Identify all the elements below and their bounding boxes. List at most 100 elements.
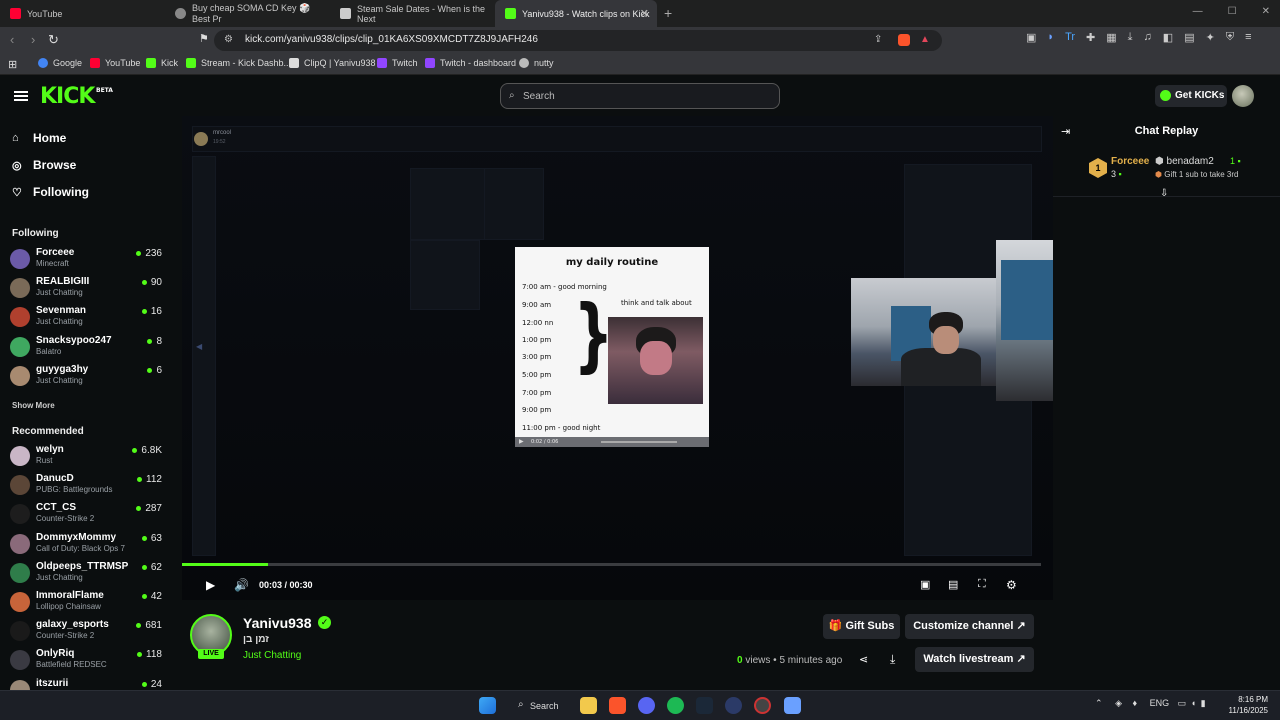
- channel-list-item[interactable]: guyyga3hy Just Chatting 6: [10, 364, 162, 392]
- bookmark-google[interactable]: Google: [38, 58, 82, 68]
- bookmark-kick[interactable]: Kick: [146, 58, 178, 68]
- download-icon[interactable]: ⤓: [890, 652, 895, 667]
- sidebar-item-browse[interactable]: ◎ Browse: [12, 158, 76, 172]
- bookmark-twitch-dashboard[interactable]: Twitch - dashboard: [425, 58, 516, 68]
- steam-icon[interactable]: [696, 697, 713, 714]
- bookmark-twitch[interactable]: Twitch: [377, 58, 418, 68]
- discord-icon[interactable]: [638, 697, 655, 714]
- speaker-icon[interactable]: ◖: [1191, 698, 1196, 708]
- captions-icon[interactable]: ▤: [948, 578, 958, 591]
- show-more-button[interactable]: Show More: [12, 401, 55, 410]
- clip-progress-bar[interactable]: [182, 563, 1041, 566]
- new-tab-button[interactable]: +: [664, 5, 672, 21]
- audio-icon[interactable]: ◗: [1047, 31, 1054, 44]
- taskbar-search[interactable]: ⌕ Search: [508, 696, 564, 716]
- share-icon[interactable]: ⋖: [859, 653, 868, 666]
- kick-logo[interactable]: KICK BETA: [40, 84, 113, 109]
- app2-icon[interactable]: [784, 697, 801, 714]
- channel-list-item[interactable]: Snacksypoo247 Balatro 8: [10, 335, 162, 363]
- translate-icon[interactable]: Tr: [1065, 31, 1075, 44]
- tab-youtube[interactable]: YouTube: [0, 0, 163, 27]
- bookmark-youtube[interactable]: YouTube: [90, 58, 140, 68]
- search-input[interactable]: ⌕ Search: [500, 83, 780, 109]
- file-explorer-icon[interactable]: [580, 697, 597, 714]
- sidebar-icon[interactable]: ◧: [1163, 31, 1173, 44]
- tab-steam-sale[interactable]: Steam Sale Dates - When is the Next: [330, 0, 493, 27]
- close-window-icon[interactable]: ✕: [1262, 6, 1270, 17]
- taskbar-clock[interactable]: 8:16 PM 11/16/2025: [1224, 694, 1268, 716]
- apps-grid-icon[interactable]: ⊞: [8, 58, 17, 71]
- category-link[interactable]: Just Chatting: [243, 650, 301, 661]
- customize-channel-button[interactable]: Customize channel ↗: [905, 614, 1034, 639]
- windows-start-icon[interactable]: [479, 697, 496, 714]
- channel-list-item[interactable]: Forceee Minecraft 236: [10, 247, 162, 275]
- tray-app-icon[interactable]: ◈: [1115, 698, 1122, 708]
- channel-name: CCT_CS: [36, 502, 77, 514]
- close-tab-icon[interactable]: ✕: [640, 7, 649, 20]
- scroll-down-icon[interactable]: ⇩: [1160, 188, 1168, 199]
- tray-chevron-icon[interactable]: ⌃: [1095, 698, 1103, 708]
- obs-icon[interactable]: [754, 697, 771, 714]
- gift-subs-button[interactable]: 🎁 Gift Subs: [823, 614, 900, 639]
- share-icon[interactable]: ⇪: [874, 34, 882, 45]
- screenshot-icon[interactable]: ▦: [1106, 31, 1116, 44]
- vpn-icon[interactable]: ⛨: [1226, 31, 1234, 44]
- channel-list-item[interactable]: Oldpeeps_TTRMSP Just Chatting 62: [10, 561, 162, 589]
- channel-list-item[interactable]: Sevenman Just Chatting 16: [10, 305, 162, 333]
- sidebar-item-home[interactable]: ⌂ Home: [12, 131, 66, 145]
- brave-shields-icon[interactable]: [898, 34, 910, 46]
- clip-player[interactable]: mrcool 19:52 ◀ my daily routine 7:00 am …: [182, 116, 1280, 600]
- channel-list-item[interactable]: itszurii 24: [10, 678, 162, 690]
- second-gifter[interactable]: ⬢ benadam2: [1155, 156, 1214, 167]
- bookmark-clipq[interactable]: ClipQ | Yanivu938: [289, 58, 376, 68]
- menu-icon[interactable]: ≡: [1245, 31, 1251, 44]
- channel-list-item[interactable]: welyn Rust 6.8K: [10, 444, 162, 472]
- reload-icon[interactable]: ↻: [48, 32, 59, 48]
- channel-list-item[interactable]: REALBIGIII Just Chatting 90: [10, 276, 162, 304]
- channel-list-item[interactable]: galaxy_esports Counter-Strike 2 681: [10, 619, 162, 647]
- download-icon[interactable]: ⤓: [1128, 31, 1133, 44]
- network-icon[interactable]: ▭: [1178, 698, 1187, 708]
- hamburger-menu-icon[interactable]: [14, 91, 28, 101]
- get-kicks-button[interactable]: Get KICKs: [1155, 85, 1227, 107]
- user-avatar[interactable]: [1232, 85, 1254, 107]
- bookmark-nutty[interactable]: nutty: [519, 58, 554, 68]
- back-icon[interactable]: ‹: [10, 32, 14, 47]
- channel-list-item[interactable]: CCT_CS Counter-Strike 2 287: [10, 502, 162, 530]
- spotify-icon[interactable]: [667, 697, 684, 714]
- site-info-icon[interactable]: ⚙: [224, 34, 233, 45]
- gift-prompt[interactable]: ⬢ Gift 1 sub to take 3rd: [1155, 170, 1238, 179]
- channel-list-item[interactable]: ImmoralFlame Lollipop Chainsaw 42: [10, 590, 162, 618]
- wallet-icon[interactable]: ▣: [1026, 31, 1036, 44]
- minimize-icon[interactable]: —: [1193, 6, 1203, 17]
- play-icon[interactable]: ▶: [206, 578, 215, 592]
- tab-kick-clip[interactable]: Yanivu938 - Watch clips on Kick ✕: [495, 0, 657, 27]
- theater-mode-icon[interactable]: ▣: [920, 578, 930, 591]
- sidebar-item-following[interactable]: ♡ Following: [12, 185, 89, 199]
- volume-icon[interactable]: 🔊: [234, 578, 249, 592]
- fullscreen-icon[interactable]: ⛶: [978, 578, 986, 591]
- address-bar[interactable]: ⚙ kick.com/yanivu938/clips/clip_01KA6XS0…: [214, 30, 942, 51]
- watch-livestream-button[interactable]: Watch livestream ↗: [915, 647, 1034, 672]
- rewards-icon[interactable]: ▲: [920, 34, 930, 45]
- channel-list-item[interactable]: DanucD PUBG: Battlegrounds 112: [10, 473, 162, 501]
- channel-list-item[interactable]: DommyxMommy Call of Duty: Black Ops 7 63: [10, 532, 162, 560]
- bookmark-icon[interactable]: ⚑: [199, 32, 209, 45]
- channel-list-item[interactable]: OnlyRiq Battlefield REDSEC 118: [10, 648, 162, 676]
- bookmark-kick-dashboard[interactable]: Stream - Kick Dashb...: [186, 58, 291, 68]
- wallet2-icon[interactable]: ▤: [1184, 31, 1194, 44]
- media-icon[interactable]: ♫: [1144, 31, 1152, 44]
- channel-name[interactable]: Yanivu938: [243, 615, 312, 631]
- microphone-icon[interactable]: ♦: [1133, 698, 1138, 708]
- battery-icon[interactable]: ▮: [1201, 698, 1206, 708]
- forward-icon[interactable]: ›: [31, 32, 35, 47]
- maximize-icon[interactable]: ☐: [1228, 6, 1237, 17]
- brave-browser-icon[interactable]: [609, 697, 626, 714]
- app-icon[interactable]: [725, 697, 742, 714]
- puzzle-icon[interactable]: ✚: [1086, 31, 1095, 44]
- language-indicator[interactable]: ENG: [1150, 698, 1170, 708]
- tab-soma[interactable]: Buy cheap SOMA CD Key 🎲 Best Pr: [165, 0, 328, 27]
- ai-icon[interactable]: ✦: [1206, 31, 1215, 44]
- settings-gear-icon[interactable]: ⚙: [1006, 578, 1017, 592]
- top-gifter-name[interactable]: Forceee: [1111, 156, 1149, 167]
